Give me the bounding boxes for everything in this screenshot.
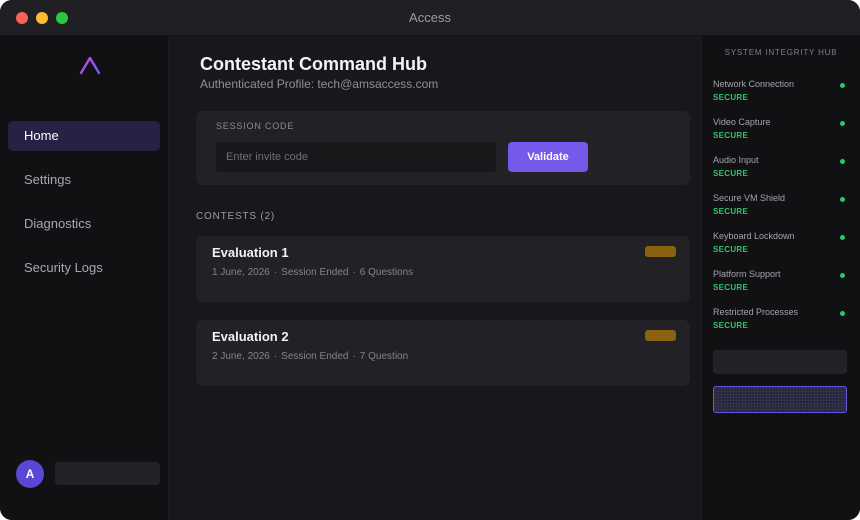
status-dot-icon xyxy=(840,83,845,88)
profile-name-placeholder[interactable] xyxy=(55,462,160,485)
contests-heading: CONTESTS (2) xyxy=(196,211,276,222)
status-dot-icon xyxy=(840,311,845,316)
check-audio-input: Audio Input SECURE xyxy=(713,155,849,183)
meta-separator: · xyxy=(352,267,356,278)
check-name: Network Connection xyxy=(713,79,795,89)
app-window: Access Home Settings Diagnostics Securit… xyxy=(0,0,860,520)
contest-status: Session Ended xyxy=(281,351,349,362)
check-secure-vm-shield: Secure VM Shield SECURE xyxy=(713,193,849,221)
check-name: Platform Support xyxy=(713,269,781,279)
meta-separator: · xyxy=(273,351,278,362)
integrity-action-button[interactable] xyxy=(713,386,847,413)
check-status: SECURE xyxy=(713,283,749,292)
sidebar-item-label: Settings xyxy=(24,172,71,187)
sidebar-item-label: Security Logs xyxy=(24,260,103,275)
status-dot-icon xyxy=(840,121,845,126)
contest-meta: 2 June, 2026 · Session Ended · 7 Question xyxy=(212,351,408,362)
status-badge xyxy=(645,330,676,341)
check-video-capture: Video Capture SECURE xyxy=(713,117,849,145)
check-name: Restricted Processes xyxy=(713,307,799,317)
validate-button[interactable]: Validate xyxy=(508,142,588,172)
status-dot-icon xyxy=(840,159,845,164)
status-dot-icon xyxy=(840,197,845,202)
sidebar: Home Settings Diagnostics Security Logs … xyxy=(0,36,169,520)
invite-code-input[interactable] xyxy=(216,142,496,172)
sidebar-item-diagnostics[interactable]: Diagnostics xyxy=(8,209,160,239)
check-status: SECURE xyxy=(713,131,749,140)
contest-question-count: 6 Questions xyxy=(359,267,414,278)
contest-card-evaluation-1[interactable]: Evaluation 1 1 June, 2026 · Session Ended ·… xyxy=(196,236,690,302)
status-badge xyxy=(645,246,676,257)
contest-title: Evaluation 2 xyxy=(212,329,289,344)
check-platform-support: Platform Support SECURE xyxy=(713,269,849,297)
check-status: SECURE xyxy=(713,321,749,330)
system-integrity-panel: SYSTEM INTEGRITY HUB Network Connection … xyxy=(701,36,860,520)
status-dot-icon xyxy=(840,235,845,240)
integrity-placeholder-bar xyxy=(713,350,847,374)
contest-status: Session Ended xyxy=(281,267,349,278)
sidebar-item-label: Diagnostics xyxy=(24,216,92,231)
session-code-card: SESSION CODE Validate xyxy=(196,111,690,185)
authenticated-profile-text: Authenticated Profile: tech@amsaccess.co… xyxy=(200,77,439,91)
check-status: SECURE xyxy=(713,93,749,102)
check-network-connection: Network Connection SECURE xyxy=(713,79,849,107)
contest-card-evaluation-2[interactable]: Evaluation 2 2 June, 2026 · Session Ended ·… xyxy=(196,320,690,386)
contest-date: 2 June, 2026 xyxy=(212,351,270,362)
avatar[interactable]: A xyxy=(16,460,44,488)
contest-date: 1 June, 2026 xyxy=(212,267,270,278)
meta-separator: · xyxy=(352,351,356,362)
sidebar-item-security-logs[interactable]: Security Logs xyxy=(8,253,160,283)
status-dot-icon xyxy=(840,273,845,278)
check-name: Audio Input xyxy=(713,155,759,165)
check-name: Secure VM Shield xyxy=(713,193,786,203)
session-code-label: SESSION CODE xyxy=(216,121,295,131)
check-name: Keyboard Lockdown xyxy=(713,231,795,241)
contest-meta: 1 June, 2026 · Session Ended · 6 Questions xyxy=(212,267,413,278)
check-name: Video Capture xyxy=(713,117,771,127)
sidebar-item-label: Home xyxy=(24,128,59,143)
app-logo-icon xyxy=(79,56,101,75)
meta-separator: · xyxy=(273,267,278,278)
integrity-panel-title: SYSTEM INTEGRITY HUB xyxy=(724,48,838,57)
contest-question-count: 7 Question xyxy=(359,351,409,362)
main-content: Contestant Command Hub Authenticated Pro… xyxy=(169,36,701,520)
sidebar-item-settings[interactable]: Settings xyxy=(8,165,160,195)
sidebar-item-home[interactable]: Home xyxy=(8,121,160,151)
check-restricted-processes: Restricted Processes SECURE xyxy=(713,307,849,335)
contest-title: Evaluation 1 xyxy=(212,245,289,260)
check-status: SECURE xyxy=(713,169,749,178)
page-title: Contestant Command Hub xyxy=(200,54,427,74)
window-title: Access xyxy=(409,10,451,25)
check-status: SECURE xyxy=(713,245,749,254)
check-keyboard-lockdown: Keyboard Lockdown SECURE xyxy=(713,231,849,259)
title-bar: Access xyxy=(0,0,860,36)
check-status: SECURE xyxy=(713,207,749,216)
